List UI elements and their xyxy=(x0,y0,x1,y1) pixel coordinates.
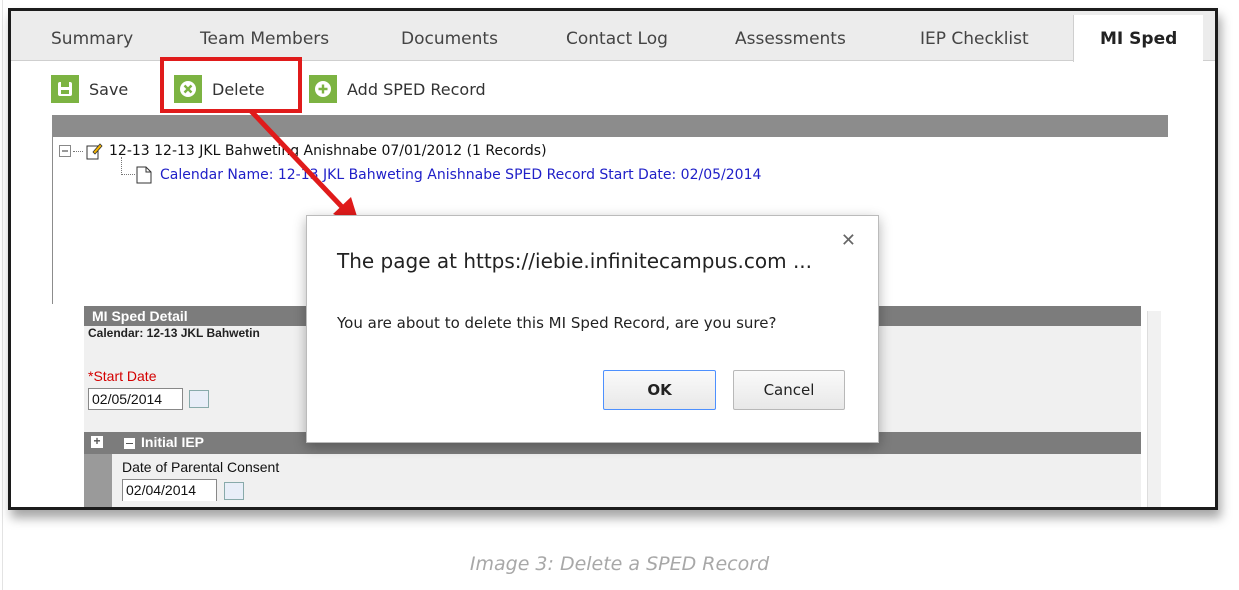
tree-connector xyxy=(121,157,135,175)
tab-contact-log[interactable]: Contact Log xyxy=(566,29,668,49)
section-title[interactable]: Initial IEP xyxy=(124,434,204,450)
start-date-label: *Start Date xyxy=(88,368,157,384)
screenshot-frame: Summary Team Members Documents Contact L… xyxy=(8,8,1218,510)
page-left-rule xyxy=(2,0,3,590)
tree-item-child[interactable]: Calendar Name: 12-13 JKL Bahweting Anish… xyxy=(136,166,761,184)
consent-calendar-icon[interactable] xyxy=(224,482,244,500)
expand-icon[interactable]: + xyxy=(91,435,103,448)
image-caption: Image 3: Delete a SPED Record xyxy=(469,553,770,575)
tab-mi-sped[interactable]: MI Sped xyxy=(1073,15,1204,62)
add-sped-record-button[interactable]: Add SPED Record xyxy=(309,75,486,103)
tree-child-label: Calendar Name: 12-13 JKL Bahweting Anish… xyxy=(160,167,762,183)
consent-label: Date of Parental Consent xyxy=(122,459,280,475)
collapse-icon[interactable] xyxy=(59,145,71,157)
add-sped-record-label: Add SPED Record xyxy=(347,79,486,99)
save-icon xyxy=(51,75,79,103)
tree-left-border xyxy=(52,137,53,304)
save-button[interactable]: Save xyxy=(51,75,128,103)
tree-header-bar xyxy=(52,115,1168,137)
consent-date-input[interactable]: 02/04/2014 xyxy=(122,479,217,501)
dialog-message: You are about to delete this MI Sped Rec… xyxy=(337,314,777,332)
tab-iep-checklist[interactable]: IEP Checklist xyxy=(920,29,1029,49)
tab-strip: Summary Team Members Documents Contact L… xyxy=(11,11,1215,62)
section-title-label: Initial IEP xyxy=(141,434,205,450)
tab-team-members[interactable]: Team Members xyxy=(200,29,329,49)
ok-button[interactable]: OK xyxy=(603,370,716,410)
section-side xyxy=(84,454,112,507)
add-icon xyxy=(309,75,337,103)
confirm-dialog: The page at https://iebie.infinitecampus… xyxy=(306,215,879,443)
start-date-input[interactable]: 02/05/2014 xyxy=(88,388,183,410)
tab-assessments[interactable]: Assessments xyxy=(735,29,846,49)
cancel-button[interactable]: Cancel xyxy=(733,370,845,410)
delete-highlight-box xyxy=(160,57,302,113)
collapse-section-icon xyxy=(124,437,135,449)
save-label: Save xyxy=(89,79,129,99)
dialog-title: The page at https://iebie.infinitecampus… xyxy=(337,249,813,273)
document-icon xyxy=(136,166,152,184)
detail-scrollbar[interactable] xyxy=(1147,311,1161,507)
detail-calendar: Calendar: 12-13 JKL Bahwetin xyxy=(88,326,260,340)
tab-documents[interactable]: Documents xyxy=(401,29,498,49)
calendar-icon[interactable] xyxy=(189,390,209,408)
edit-folder-icon xyxy=(86,143,103,160)
close-icon[interactable]: ✕ xyxy=(841,230,856,251)
tab-summary[interactable]: Summary xyxy=(51,29,133,49)
tree-parent-label: 12-13 12-13 JKL Bahweting Anishnabe 07/0… xyxy=(109,143,547,159)
